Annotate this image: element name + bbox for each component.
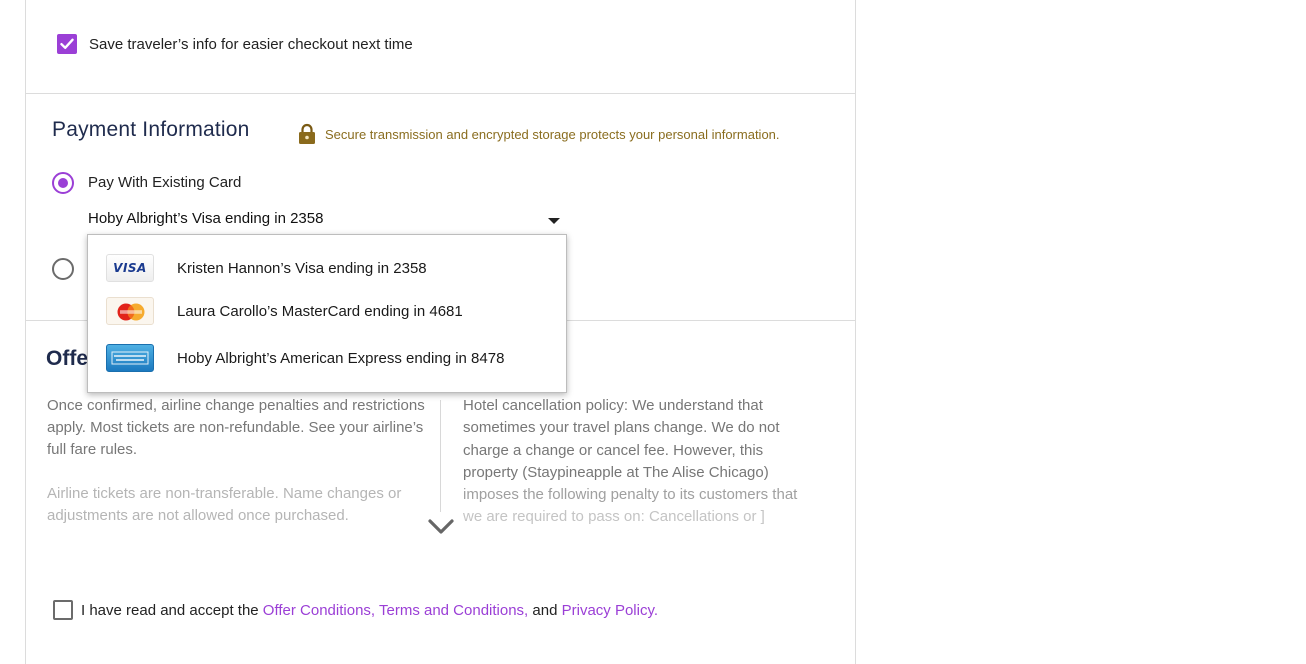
hotel-policy-line: sometimes your travel plans change. We d… [463,419,780,437]
card-option-label: Laura Carollo’s MasterCard ending in 468… [177,302,463,320]
hotel-policy-line: charge a change or cancel fee. However, … [463,441,764,459]
offer-title: Offe [46,347,88,370]
accept-prefix: I have read and accept the [81,601,263,619]
airline-policy: Once confirmed, airline change penalties… [47,395,427,527]
amex-logo [111,351,149,365]
column-divider [440,400,441,512]
accept-terms-text: I have read and accept the Offer Conditi… [81,602,658,619]
lock-icon [299,123,315,144]
card-option-amex[interactable]: Hoby Albright’s American Express ending … [88,338,566,378]
hotel-policy-line: we are required to pass on: Cancellation… [463,508,765,526]
mastercard-card-icon [106,297,154,325]
save-traveler-label: Save traveler’s info for easier checkout… [89,35,413,53]
save-traveler-checkbox[interactable] [57,34,77,54]
accept-terms-checkbox[interactable] [53,600,73,620]
hotel-policy-line: property (Staypineapple at The Alise Chi… [463,463,769,481]
accept-and: and [532,601,558,619]
hotel-policy-line: Hotel cancellation policy: We understand… [463,397,763,414]
card-option-label: Hoby Albright’s American Express ending … [177,349,505,367]
card-option-mastercard[interactable]: Laura Carollo’s MasterCard ending in 468… [88,291,566,331]
pay-existing-card-radio[interactable] [52,172,74,194]
airline-policy-text: Once confirmed, airline change penalties… [47,397,425,458]
section-divider [26,93,855,94]
dropdown-arrow-icon [548,218,560,224]
secure-notice: Secure transmission and encrypted storag… [298,123,780,145]
chevron-down-icon[interactable] [427,516,455,538]
accept-terms-row: I have read and accept the Offer Conditi… [53,600,658,620]
save-traveler-row[interactable]: Save traveler’s info for easier checkout… [57,34,413,54]
visa-card-icon: VISA [106,254,154,282]
card-option-visa[interactable]: VISA Kristen Hannon’s Visa ending in 235… [88,248,566,288]
amex-card-icon [106,344,154,372]
pay-existing-card-label[interactable]: Pay With Existing Card [88,174,241,191]
terms-conditions-link[interactable]: Terms and Conditions, [379,602,528,619]
card-dropdown-list: VISA Kristen Hannon’s Visa ending in 235… [87,234,567,393]
checkmark-icon [60,38,74,49]
pay-new-card-radio[interactable] [52,258,74,280]
payment-title: Payment Information [52,118,250,141]
checkout-page: Save traveler’s info for easier checkout… [0,0,1306,664]
privacy-policy-link[interactable]: Privacy Policy. [562,602,658,619]
card-option-label: Kristen Hannon’s Visa ending in 2358 [177,259,427,277]
offer-conditions-link[interactable]: Offer Conditions, [263,602,375,619]
hotel-policy-line: imposes the following penalty to its cus… [463,486,798,504]
card-select-value: Hoby Albright’s Visa ending in 2358 [88,210,324,227]
visa-card-mark: VISA [113,261,147,275]
hotel-policy: Hotel cancellation policy: We understand… [463,395,833,529]
secure-notice-text: Secure transmission and encrypted storag… [325,126,780,142]
airline-transfer-text: Airline tickets are non-transferable. Na… [47,485,402,524]
card-select[interactable]: Hoby Albright’s Visa ending in 2358 [88,210,560,232]
mastercard-logo [117,303,145,321]
